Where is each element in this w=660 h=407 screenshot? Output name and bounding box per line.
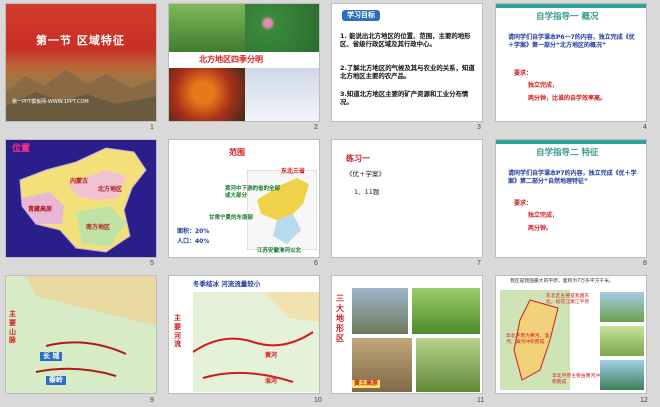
slide-5[interactable]: 位置 内蒙古 北方地区 青藏高原 南方地区 bbox=[5, 139, 157, 258]
china-map bbox=[19, 147, 147, 253]
slide-2[interactable]: 北方地区四季分明 bbox=[168, 3, 320, 122]
slide-1[interactable]: 第一节 区域特征 第一PPT模板网-WWW.1PPT.COM bbox=[5, 3, 157, 122]
slide-number: 9 bbox=[150, 397, 154, 404]
map-label: 长 城 bbox=[40, 352, 63, 361]
river-photo bbox=[600, 360, 644, 390]
map-label: 秦岭 bbox=[46, 376, 66, 385]
population-stat: 人口：40% bbox=[177, 238, 210, 245]
requirement-item: 独立完成， bbox=[528, 212, 559, 219]
slide-number: 4 bbox=[643, 124, 647, 131]
requirements-label: 要求： bbox=[514, 70, 533, 77]
slide-4[interactable]: 自学指导一 概况 请同学们自学课本P6一7的内容，独立完成《优＋学案》第一部分“… bbox=[495, 3, 647, 122]
slide-number: 2 bbox=[314, 124, 318, 131]
slide-title: 范围 bbox=[229, 148, 245, 157]
plain-photo bbox=[600, 292, 644, 322]
slide-banner: 北方地区四季分明 bbox=[199, 55, 263, 64]
mountain-landscape bbox=[6, 70, 156, 121]
grassland-photo bbox=[412, 288, 480, 334]
slide-number: 1 bbox=[150, 124, 154, 131]
requirement-item: 独立完成， bbox=[528, 82, 559, 89]
slide-11[interactable]: 三大地形区 黄土高原 bbox=[331, 275, 483, 394]
slide-number: 8 bbox=[643, 260, 647, 267]
requirements-label: 要求： bbox=[514, 200, 533, 207]
slide-6[interactable]: 范围 东北三省 黄河中下游的省的全部或大部分 甘肃宁夏的东南部 面积：20% 人… bbox=[168, 139, 320, 258]
slide-note: 华北平原主要由黄河冲积而成 bbox=[552, 374, 600, 385]
slide-footer: 第一PPT模板网-WWW.1PPT.COM bbox=[12, 99, 89, 105]
northern-region-map bbox=[247, 170, 317, 250]
map-label: 黄河 bbox=[265, 352, 278, 359]
winter-snow-photo bbox=[245, 68, 319, 121]
accent-stripe bbox=[496, 140, 646, 144]
slide-number: 7 bbox=[477, 260, 481, 267]
slide-note: 华北平原为黄河、淮河、海河冲积而成 bbox=[506, 334, 550, 345]
mountain-photo bbox=[352, 288, 408, 334]
farmland-photo bbox=[600, 326, 644, 356]
exercise-items: 1、11题 bbox=[354, 188, 380, 196]
slide-heading: 冬季结冰 河流流量较小 bbox=[193, 280, 261, 288]
slide-title: 练习一 bbox=[346, 154, 370, 163]
slide-note: 东北区主要是我国东北，松花江嫩江平原 bbox=[546, 294, 590, 305]
slide-12[interactable]: 我区是我国最大的平原，面积为7万多平方千米。 东北区主要是我国东北，松花江嫩江平… bbox=[495, 275, 647, 394]
slide-side-label: 三大地形区 bbox=[336, 294, 344, 343]
map-label: 北方地区 bbox=[98, 186, 123, 193]
slide-8[interactable]: 自学指导二 特征 请同学们自学课本P7的内容，独立完成《优＋学案》第二部分“自然… bbox=[495, 139, 647, 258]
instruction-text: 请同学们自学课本P7的内容，独立完成《优＋学案》第二部分“自然地理特征” bbox=[508, 170, 637, 185]
slide-number: 12 bbox=[640, 397, 648, 404]
annotation-text: 黄河中下游的省的全部或大部分 bbox=[225, 186, 281, 199]
slide-side-label: 主要河流 bbox=[174, 314, 181, 349]
requirement-item: 两分钟，比谁的自学效率高。 bbox=[528, 95, 607, 102]
lotus-pond-photo bbox=[245, 4, 319, 52]
objective-item: 2.了解北方地区的气候及其与农业的关系，知道北方地区主要的农产品。 bbox=[340, 64, 475, 80]
requirement-item: 两分钟。 bbox=[528, 225, 553, 232]
objective-badge: 学习目标 bbox=[342, 10, 380, 21]
annotation-text: 甘肃宁夏的东南部 bbox=[209, 215, 254, 221]
objective-item: 1. 能说出北方地区的位置、范围，主要的地形区、省级行政区域及其行政中心。 bbox=[340, 32, 471, 48]
annotation-north: 东北三省 bbox=[281, 168, 306, 175]
slide-3[interactable]: 学习目标 1. 能说出北方地区的位置、范围，主要的地形区、省级行政区域及其行政中… bbox=[331, 3, 483, 122]
accent-stripe bbox=[496, 4, 646, 8]
slide-10[interactable]: 冬季结冰 河流流量较小 主要河流 黄河 淮河 bbox=[168, 275, 320, 394]
map-label: 青藏高原 bbox=[28, 206, 53, 213]
slide-number: 11 bbox=[477, 397, 485, 404]
area-stat: 面积：20% bbox=[177, 228, 210, 235]
annotation-text: 江苏安徽淮河以北 bbox=[257, 248, 302, 254]
slide-note: 我区是我国最大的平原，面积为7万多平方千米。 bbox=[510, 279, 614, 284]
slide-7[interactable]: 练习一 《优＋学案》 1、11题 bbox=[331, 139, 483, 258]
slide-label: 位置 bbox=[12, 144, 31, 154]
objective-item: 3.知道北方地区主要的矿产资源和工业分布情况。 bbox=[340, 90, 469, 106]
slide-9[interactable]: 主要山脉 长 城 秦岭 bbox=[5, 275, 157, 394]
map-label: 淮河 bbox=[265, 378, 278, 385]
rivers-map bbox=[193, 292, 319, 392]
map-label: 黄土高原 bbox=[352, 380, 381, 388]
slide-number: 5 bbox=[150, 260, 154, 267]
spring-forest-photo bbox=[169, 4, 245, 52]
slide-side-label: 主要山脉 bbox=[9, 310, 16, 345]
instruction-text: 请同学们自学课本P6一7的内容，独立完成《优＋学案》第一部分“北方地区的概况” bbox=[508, 34, 635, 49]
slide-number: 3 bbox=[477, 124, 481, 131]
exercise-source: 《优＋学案》 bbox=[346, 170, 385, 178]
slide-number: 6 bbox=[314, 260, 318, 267]
autumn-tree-photo bbox=[169, 68, 245, 121]
slide-title: 自学指导二 特征 bbox=[536, 148, 599, 158]
map-label: 内蒙古 bbox=[70, 178, 89, 185]
terrain-map bbox=[6, 276, 156, 393]
slide-title: 第一节 区域特征 bbox=[36, 34, 125, 47]
slide-title: 自学指导一 概况 bbox=[536, 12, 599, 22]
plain-photo bbox=[416, 338, 480, 392]
slide-number: 10 bbox=[314, 397, 322, 404]
map-label: 南方地区 bbox=[86, 224, 111, 231]
